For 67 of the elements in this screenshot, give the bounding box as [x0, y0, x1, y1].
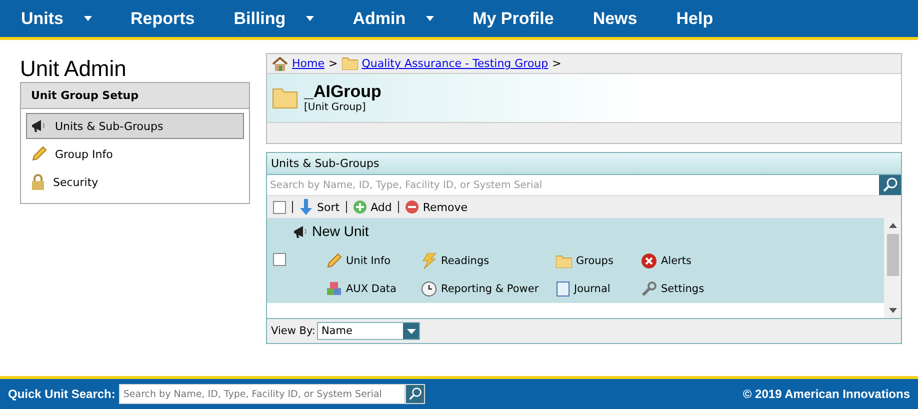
nav-menu-item[interactable]: Admin — [352, 8, 434, 28]
minus-icon — [404, 200, 419, 214]
nav-menu-item[interactable]: Billing — [234, 8, 314, 28]
group-type: [Unit Group] — [304, 102, 367, 113]
caret-icon — [84, 16, 92, 21]
nav-menu-item[interactable]: Reports — [130, 8, 195, 28]
search-button[interactable] — [405, 384, 426, 404]
caret-icon — [306, 16, 314, 21]
sidebar-heading: Unit Group Setup — [21, 83, 249, 109]
breadcrumb-separator: > — [552, 57, 562, 70]
caret-icon — [406, 328, 416, 334]
megaphone-icon — [293, 225, 309, 239]
nav-menu-item[interactable]: News — [592, 8, 638, 28]
sidebar-item[interactable]: Units & Sub-Groups — [26, 113, 244, 139]
nav-menu-item[interactable]: Units — [21, 8, 92, 28]
sidebar-item[interactable]: Group Info — [26, 141, 244, 167]
home-icon — [272, 56, 288, 70]
unit-action-link[interactable]: Readings — [421, 253, 556, 269]
wrench-icon — [641, 281, 657, 297]
scroll-up-arrow-icon[interactable] — [888, 223, 896, 228]
lightning-icon — [421, 253, 437, 269]
scroll-down-arrow-icon[interactable] — [888, 308, 896, 313]
panel-title: Units & Sub-Groups — [267, 153, 901, 175]
toolbar-button[interactable]: Remove — [404, 200, 468, 214]
group-name: _AIGroup — [304, 82, 382, 102]
page-title: Unit Admin — [20, 57, 128, 81]
lock-icon — [31, 174, 45, 190]
folder-icon — [272, 86, 298, 108]
sidebar-item[interactable]: Security — [26, 169, 244, 195]
folder-icon — [556, 254, 572, 268]
pencil-icon — [31, 146, 47, 162]
search-icon — [408, 387, 422, 401]
unit-action-link[interactable]: Unit Info — [326, 253, 421, 269]
select-all-checkbox[interactable] — [273, 200, 286, 214]
unit-action-link[interactable]: Groups — [556, 253, 641, 269]
folder-icon — [342, 57, 358, 70]
unit-action-link[interactable]: AUX Data — [326, 281, 421, 297]
unit-action-link[interactable]: Settings — [641, 281, 721, 297]
unit-action-link[interactable]: Reporting & Power — [421, 281, 556, 297]
unit-action-link[interactable]: Alerts — [641, 253, 721, 269]
clock-icon — [421, 281, 437, 297]
cubes-icon — [326, 281, 342, 297]
view-by-dropdown[interactable]: Name — [317, 322, 420, 340]
toolbar-button[interactable]: Add — [352, 200, 392, 214]
quick-search-label: Quick Unit Search: — [8, 387, 116, 401]
nav-menu-item[interactable]: My Profile — [472, 8, 554, 28]
pencil-icon — [326, 253, 342, 269]
search-button[interactable] — [879, 175, 901, 195]
breadcrumb-separator: > — [328, 57, 338, 70]
breadcrumb-link[interactable]: Home — [292, 57, 324, 70]
unit-name: New Unit — [312, 223, 369, 239]
unit-checkbox[interactable] — [273, 253, 286, 266]
error-icon — [641, 253, 657, 269]
megaphone-icon — [31, 119, 47, 133]
down-arrow-icon — [299, 199, 313, 215]
search-icon — [882, 177, 898, 193]
scrollbar[interactable] — [884, 218, 901, 318]
caret-icon — [426, 16, 434, 21]
nav-menu-item[interactable]: Help — [676, 8, 714, 28]
breadcrumb-link[interactable]: Quality Assurance - Testing Group — [362, 57, 548, 70]
view-by-label: View By: — [271, 325, 316, 337]
plus-icon — [352, 200, 367, 214]
document-icon — [556, 281, 570, 297]
toolbar-button[interactable]: Sort — [299, 199, 340, 215]
unit-action-link[interactable]: Journal — [556, 281, 641, 297]
copyright-text: © 2019 American Innovations — [742, 387, 910, 401]
quick-search-field[interactable]: Search by Name, ID, Type, Facility ID, or System Serial — [119, 384, 406, 404]
